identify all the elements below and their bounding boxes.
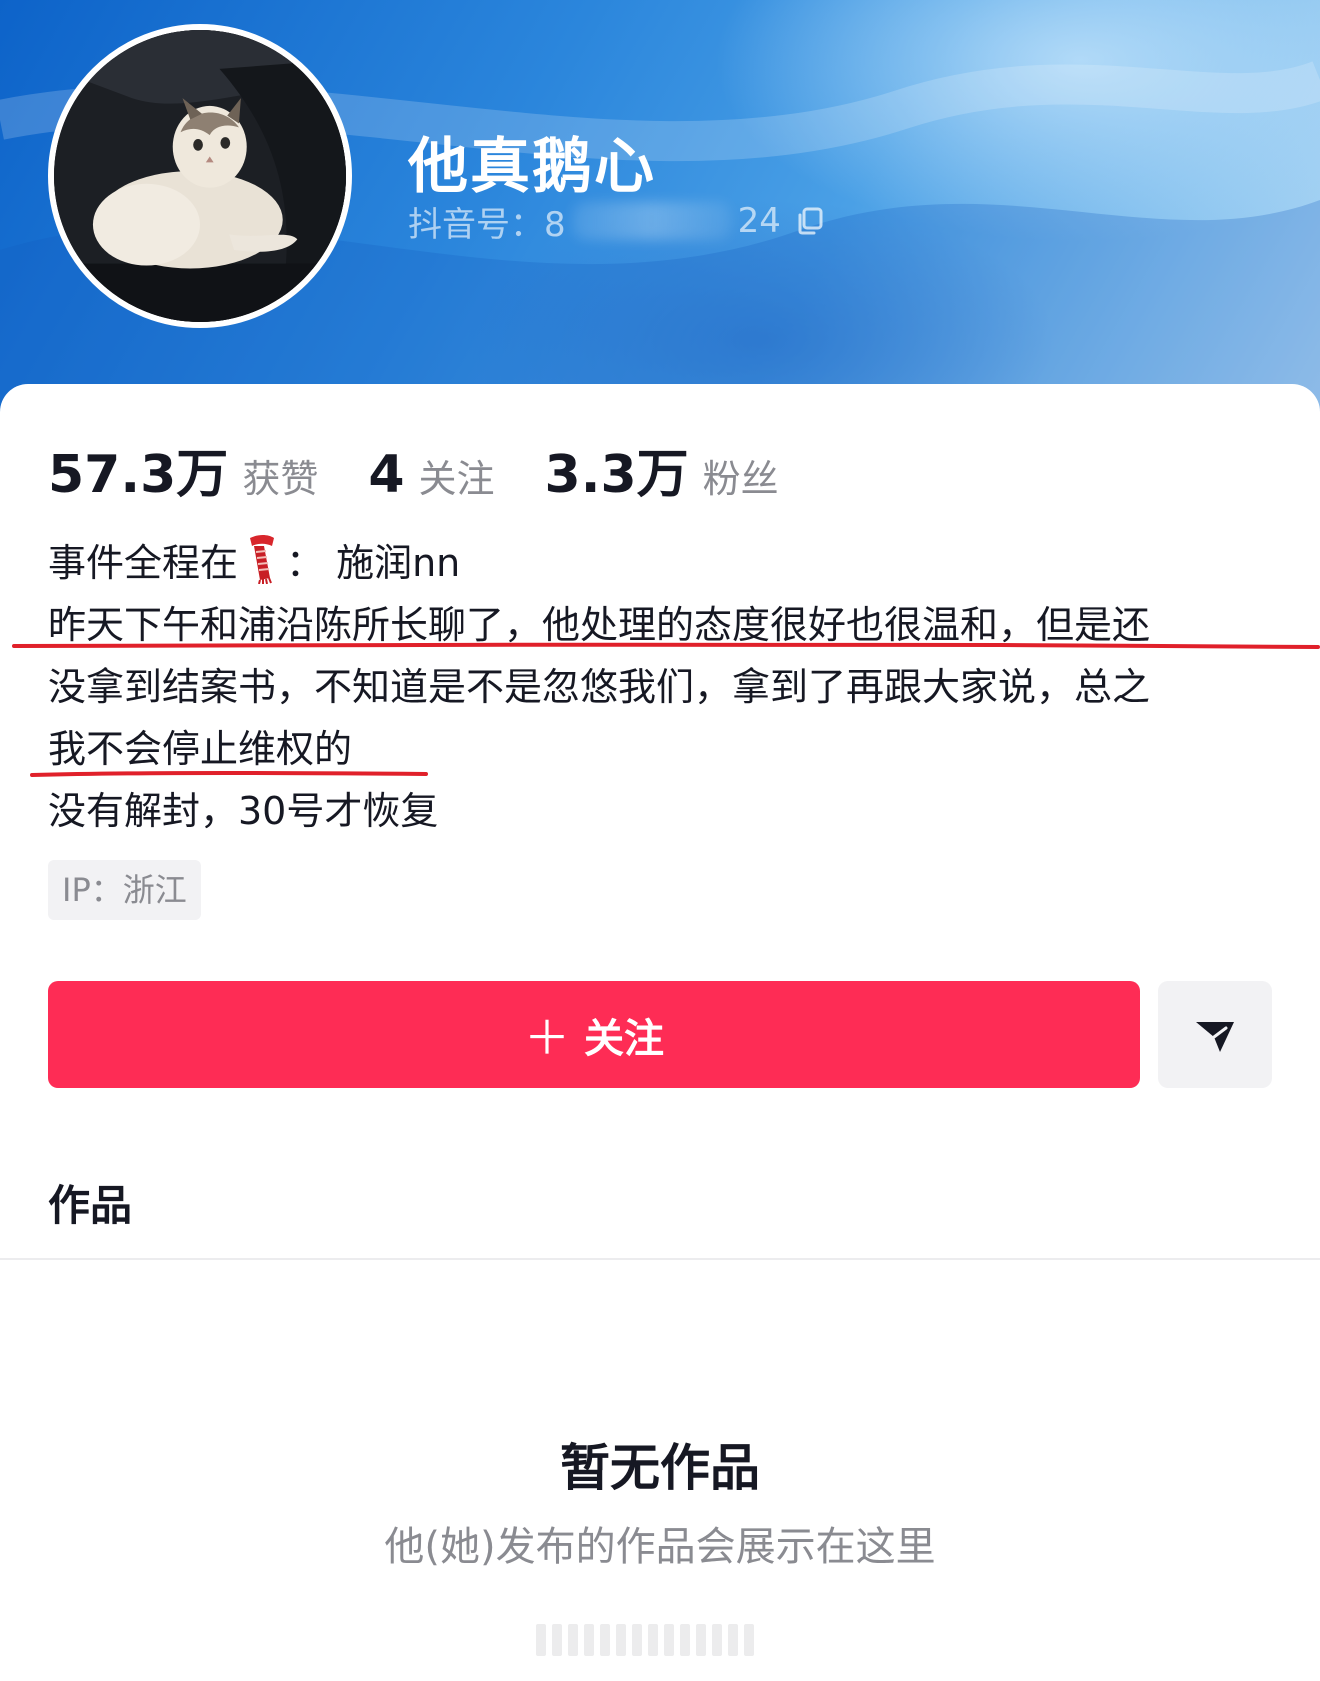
- send-icon: [1196, 1021, 1234, 1052]
- profile-card: 57.3万 获赞 4 关注 3.3万 粉丝 事件全程在 ： 施润nn 昨天下午和…: [0, 384, 1320, 1681]
- stat-likes-value: 57.3万: [48, 445, 229, 505]
- stats-row: 57.3万 获赞 4 关注 3.3万 粉丝: [48, 432, 829, 505]
- cat-avatar-image: [54, 30, 346, 322]
- stat-followers-value: 3.3万: [544, 445, 689, 505]
- bio-line: 没有解封，30号才恢复: [48, 789, 439, 833]
- bio-line: 事件全程在 ： 施润nn: [48, 532, 1278, 594]
- stat-following-value: 4: [368, 445, 405, 505]
- account-id-redaction: [571, 202, 732, 240]
- bio: 事件全程在 ： 施润nn 昨天下午和浦沿陈所长聊了，他处理的态度很好也很温和，但…: [48, 532, 1278, 842]
- send-message-button[interactable]: [1158, 981, 1272, 1088]
- bio-line: 昨天下午和浦沿陈所长聊了，他处理的态度很好也很温和，但是还: [48, 603, 1151, 647]
- bio-line: 没拿到结案书，不知道是不是忽悠我们，拿到了再跟大家说，总之: [48, 665, 1151, 709]
- stat-following-label: 关注: [418, 457, 495, 501]
- nickname: 他真鹅心: [408, 132, 656, 202]
- profile-banner: 他真鹅心 抖音号：8 24: [0, 0, 1320, 420]
- avatar[interactable]: [48, 24, 352, 328]
- account-id-prefix: 抖音号：8: [408, 204, 566, 245]
- scarf-emoji-icon: [250, 535, 275, 584]
- empty-state-title: 暂无作品: [560, 1439, 760, 1497]
- stat-likes-label: 获赞: [242, 457, 319, 501]
- bio-line1-prefix: 事件全程在: [48, 541, 239, 585]
- empty-state-subtitle: 他(她)发布的作品会展示在这里: [384, 1524, 936, 1570]
- stat-likes[interactable]: 57.3万 获赞: [48, 432, 318, 507]
- bio-line1-suffix: ： 施润nn: [286, 541, 461, 585]
- divider: [0, 1258, 1320, 1260]
- copy-icon[interactable]: [795, 206, 825, 236]
- bio-line: 我不会停止维权的: [48, 727, 353, 771]
- plus-icon: ＋: [524, 1010, 570, 1065]
- follow-button-label: 关注: [584, 1015, 664, 1062]
- stat-followers[interactable]: 3.3万 粉丝: [545, 432, 779, 507]
- stat-following[interactable]: 4 关注: [368, 445, 494, 505]
- tab-works[interactable]: 作品: [48, 1172, 132, 1233]
- follow-button[interactable]: ＋ 关注: [48, 981, 1140, 1088]
- stat-followers-label: 粉丝: [702, 457, 779, 501]
- ip-location-tag: IP：浙江: [48, 860, 201, 920]
- account-id-row[interactable]: 抖音号：8 24: [408, 198, 825, 245]
- watermark: [536, 1624, 786, 1656]
- account-id-suffix: 24: [737, 201, 781, 241]
